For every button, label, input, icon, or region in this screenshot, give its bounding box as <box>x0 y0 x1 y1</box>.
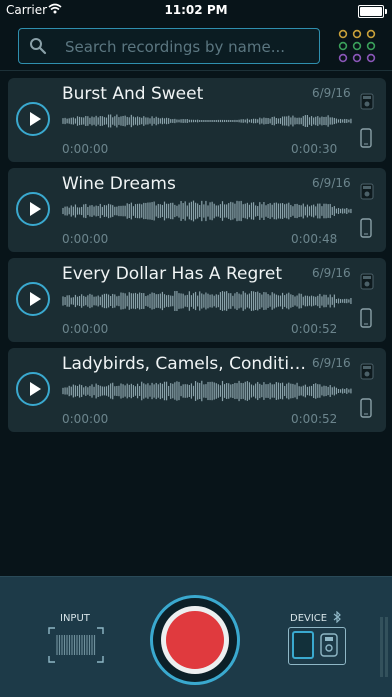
status-time: 11:02 PM <box>164 3 228 17</box>
recording-card[interactable]: Wine Dreams 6/9/16 0:00:00 0:00:48 <box>8 168 386 252</box>
recording-title: Burst And Sweet <box>62 84 204 104</box>
play-button[interactable] <box>16 102 50 136</box>
record-button[interactable] <box>150 595 240 685</box>
recorder-device-icon <box>360 183 374 200</box>
record-control-bar: INPUT DEVICE <box>0 576 392 697</box>
recording-title: Wine Dreams <box>62 174 176 194</box>
record-dot <box>166 611 224 669</box>
phone-device-option[interactable] <box>292 631 314 659</box>
recording-card[interactable]: Every Dollar Has A Regret 6/9/16 0:00:00… <box>8 258 386 342</box>
input-level-button[interactable] <box>48 627 104 663</box>
waveform[interactable] <box>62 110 352 132</box>
bluetooth-icon <box>333 611 341 623</box>
recording-date: 6/9/16 <box>312 176 351 190</box>
recorder-device-icon <box>360 363 374 380</box>
search-input[interactable] <box>63 35 307 59</box>
play-button[interactable] <box>16 372 50 406</box>
recording-duration: 0:00:52 <box>291 322 338 336</box>
level-meter <box>380 617 388 677</box>
recording-position: 0:00:00 <box>62 232 109 246</box>
device-label: DEVICE <box>290 613 328 624</box>
recording-position: 0:00:00 <box>62 412 109 426</box>
phone-icon <box>360 398 372 418</box>
recording-title: Every Dollar Has A Regret <box>62 264 282 284</box>
play-button[interactable] <box>16 192 50 226</box>
recorder-device-option[interactable] <box>319 632 339 658</box>
recorder-device-icon <box>360 273 374 290</box>
recording-card[interactable]: Burst And Sweet 6/9/16 0:00:00 0:00:30 <box>8 78 386 162</box>
phone-icon <box>360 308 372 328</box>
grid-menu-icon[interactable] <box>336 28 378 64</box>
status-bar: Carrier 11:02 PM <box>0 0 392 20</box>
waveform[interactable] <box>62 380 352 402</box>
device-selector[interactable] <box>288 627 346 665</box>
waveform[interactable] <box>62 200 352 222</box>
recording-title: Ladybirds, Camels, Conditio... <box>62 354 312 374</box>
waveform[interactable] <box>62 290 352 312</box>
play-button[interactable] <box>16 282 50 316</box>
recorder-device-icon <box>360 93 374 110</box>
recording-duration: 0:00:52 <box>291 412 338 426</box>
recordings-list: Burst And Sweet 6/9/16 0:00:00 0:00:30 W… <box>8 78 386 438</box>
recording-date: 6/9/16 <box>312 86 351 100</box>
recording-card[interactable]: Ladybirds, Camels, Conditio... 6/9/16 0:… <box>8 348 386 432</box>
search-bar[interactable] <box>18 28 320 64</box>
search-icon <box>29 37 47 59</box>
recording-date: 6/9/16 <box>312 266 351 280</box>
recording-duration: 0:00:30 <box>291 142 338 156</box>
header-divider <box>0 70 392 71</box>
battery-icon <box>358 5 387 18</box>
record-ring <box>161 606 229 674</box>
recording-date: 6/9/16 <box>312 356 351 370</box>
recording-position: 0:00:00 <box>62 142 109 156</box>
phone-icon <box>360 218 372 238</box>
recording-duration: 0:00:48 <box>291 232 338 246</box>
phone-icon <box>360 128 372 148</box>
recording-position: 0:00:00 <box>62 322 109 336</box>
input-label: INPUT <box>60 613 90 624</box>
